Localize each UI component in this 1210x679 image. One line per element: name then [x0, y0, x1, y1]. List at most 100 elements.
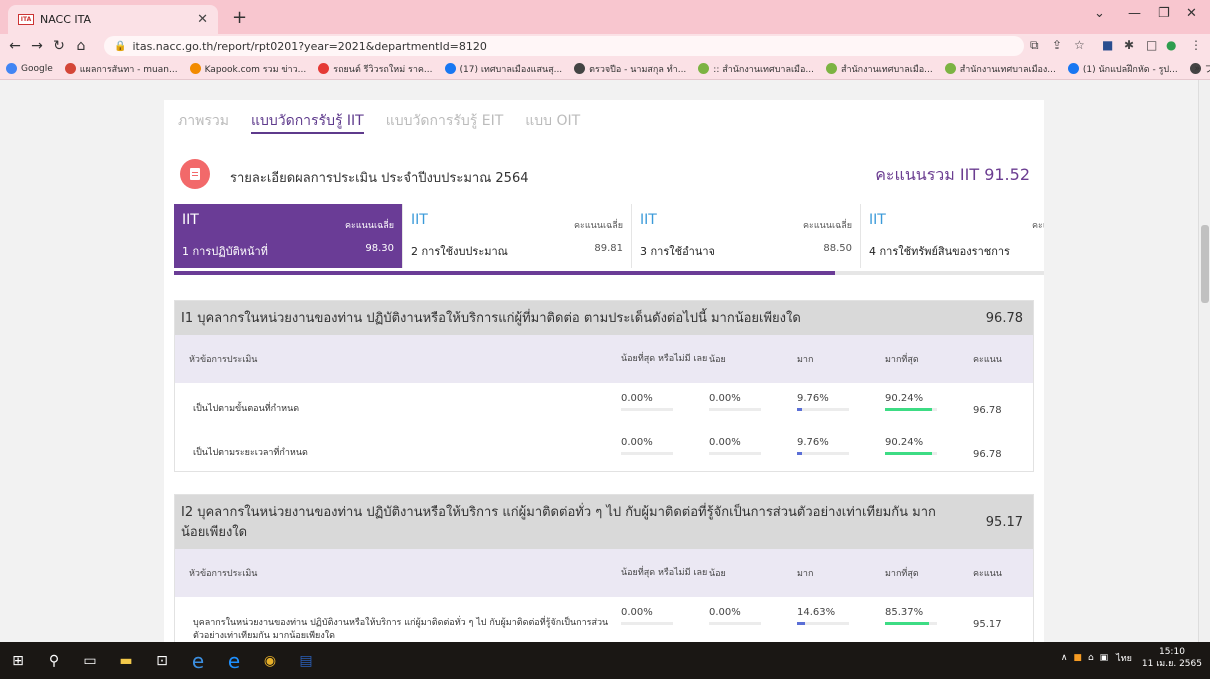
input-language[interactable]: ไทย — [1116, 651, 1132, 665]
task-view-icon[interactable]: ▭ — [72, 642, 108, 679]
percent-bar — [885, 622, 937, 625]
indicator-tab-3[interactable]: IIT คะแนนเฉลี่ย 3 การใช้อำนาจ 88.50 — [632, 204, 861, 268]
col-header-much: มาก — [797, 569, 814, 579]
percent-bar-fill — [797, 452, 803, 455]
indicator-name: 1 การปฏิบัติหน้าที่ — [182, 245, 268, 258]
search-icon[interactable]: ⚲ — [36, 642, 72, 679]
bookmark-item[interactable]: สำนักงานเทศบาลเมือ... — [825, 62, 933, 76]
edge-icon[interactable]: e — [216, 642, 252, 679]
windows-start-icon[interactable]: ⊞ — [0, 642, 36, 679]
network-icon[interactable]: ⌂ — [1088, 653, 1094, 663]
cell-much: 9.76% — [797, 393, 885, 411]
tab-search-icon[interactable]: ⌄ — [1094, 6, 1105, 21]
keyboard-icon[interactable]: ▣ — [1100, 653, 1109, 663]
col-header-least: น้อยที่สุด หรือไม่มี เลย — [621, 568, 708, 578]
tab-report-3[interactable]: แบบ OIT — [525, 110, 580, 134]
indicator-avg-label: คะแนนเฉลี่ย — [574, 221, 623, 231]
reload-icon[interactable]: ↻ — [48, 38, 70, 54]
file-explorer-icon[interactable]: ▬ — [108, 642, 144, 679]
home-icon[interactable]: ⌂ — [70, 38, 92, 54]
cell-much-percent: 9.76% — [797, 393, 829, 404]
table-row: เป็นไปตามระยะเวลาที่กำหนด 0.00% 0.00% 9.76%… — [175, 427, 1033, 471]
cell-most: 85.37% — [885, 607, 973, 625]
indicator-code: IIT — [869, 212, 886, 228]
restore-icon[interactable]: ❐ — [1158, 6, 1170, 21]
bookmark-favicon-icon — [64, 63, 76, 74]
new-tab-icon[interactable]: + — [232, 7, 247, 28]
indicator-tab-2[interactable]: IIT คะแนนเฉลี่ย 2 การใช้งบประมาณ 89.81 — [403, 204, 632, 268]
bookmark-star-icon[interactable]: ☆ — [1074, 38, 1085, 52]
row-score: 96.78 — [973, 405, 1002, 416]
chrome-icon[interactable]: ◉ — [252, 642, 288, 679]
percent-bar-fill — [885, 408, 932, 411]
bookmark-favicon-icon — [444, 63, 456, 74]
tab-report-2[interactable]: แบบวัดการรับรู้ EIT — [386, 110, 504, 134]
back-icon[interactable]: ← — [4, 38, 26, 54]
report-tabs: ภาพรวม แบบวัดการรับรู้ IIT แบบวัดการรับรู้… — [178, 110, 602, 134]
internet-explorer-icon[interactable]: e — [180, 642, 216, 679]
indicator-avg-label: คะแนนเฉลี่ย — [803, 221, 852, 231]
browser-tab-bar: ITA NACC ITA ✕ + ⌄ — ❐ ✕ — [0, 0, 1210, 34]
bookmark-label: Kapook.com รวม ข่าว... — [204, 64, 307, 75]
more-bookmarks-icon[interactable]: » — [1194, 64, 1200, 74]
bookmark-item[interactable]: (17) เทศบาลเมืองแสนสุ... — [444, 62, 563, 76]
question-score: 96.78 — [985, 311, 1023, 326]
ita-favicon-icon: ITA — [18, 14, 34, 25]
cell-much-percent: 9.76% — [797, 437, 829, 448]
bookmark-label: สำนักงานเทศบาลเมือ... — [840, 64, 933, 75]
indicator-name: 3 การใช้อำนาจ — [640, 245, 716, 258]
tab-report-0[interactable]: ภาพรวม — [178, 110, 229, 134]
page-scrollbar-thumb[interactable] — [1201, 225, 1209, 303]
bookmark-item[interactable]: (1) นักแปลฝึกหัด - รูป... — [1067, 62, 1178, 76]
store-icon[interactable]: ⊡ — [144, 642, 180, 679]
tab-report-1[interactable]: แบบวัดการรับรู้ IIT — [250, 110, 364, 134]
bookmark-item[interactable]: รถยนต์ รีวิวรถใหม่ ราค... — [318, 62, 433, 76]
total-iit-score: คะแนนรวม IIT 91.52 — [875, 165, 1030, 184]
sidebar-icon[interactable]: □ — [1146, 38, 1157, 52]
bookmark-item[interactable]: Kapook.com รวม ข่าว... — [189, 62, 307, 76]
percent-bar — [709, 452, 761, 455]
clock[interactable]: 15:10 11 เม.ย. 2565 — [1142, 646, 1202, 670]
puzzle-extensions-icon[interactable]: ✱ — [1124, 38, 1134, 52]
tray-chevron-icon[interactable]: ∧ — [1061, 653, 1068, 663]
indicator-tab-1[interactable]: IIT คะแนนเฉลี่ย 1 การปฏิบัติหน้าที่ 98.30 — [174, 204, 403, 268]
browser-tab[interactable]: ITA NACC ITA ✕ — [8, 5, 218, 34]
tray-app-icon[interactable]: ■ — [1073, 653, 1082, 663]
col-header-little: น้อย — [709, 569, 726, 579]
cell-little-percent: 0.00% — [709, 437, 741, 448]
word-icon[interactable]: ▤ — [288, 642, 324, 679]
bookmark-item[interactable]: :: สำนักงานเทศบาลเมือ... — [698, 62, 814, 76]
percent-bar-fill — [797, 408, 803, 411]
bookmark-item[interactable]: สำนักงานเทศบาลเมือง... — [944, 62, 1056, 76]
page-scrollbar[interactable] — [1198, 80, 1210, 642]
menu-kebab-icon[interactable]: ⋮ — [1190, 38, 1202, 52]
bookmark-item[interactable]: แผลการสันทา - muan... — [64, 62, 178, 76]
cell-little-percent: 0.00% — [709, 393, 741, 404]
percent-bar-fill — [797, 622, 805, 625]
bookmark-item[interactable]: Google — [6, 63, 53, 74]
percent-bar — [797, 452, 849, 455]
minimize-icon[interactable]: — — [1128, 6, 1141, 21]
close-tab-icon[interactable]: ✕ — [197, 12, 208, 27]
question-block: I2 บุคลากรในหน่วยงานของท่าน ปฏิบัติงานหร… — [174, 494, 1034, 642]
windows-taskbar: ⊞ ⚲ ▭ ▬ ⊡ e e ◉ ▤ ∧ ■ ⌂ ▣ ไทย 15:10 11 เ… — [0, 642, 1210, 679]
address-bar[interactable]: 🔒 itas.nacc.go.th/report/rpt0201?year=20… — [104, 36, 1024, 56]
cell-little: 0.00% — [709, 437, 797, 455]
close-window-icon[interactable]: ✕ — [1186, 6, 1197, 21]
bookmark-label: (17) เทศบาลเมืองแสนสุ... — [459, 64, 563, 75]
forward-icon[interactable]: → — [26, 38, 48, 54]
question-block: I1 บุคลากรในหน่วยงานของท่าน ปฏิบัติงานหร… — [174, 300, 1034, 472]
profile-avatar-icon[interactable]: ● — [1166, 38, 1176, 52]
translate-icon[interactable]: ⧉ — [1030, 38, 1039, 53]
indicator-tab-4[interactable]: IIT คะแนนเฉลี่ย 4 การใช้ทรัพย์สินของราชการ — [861, 204, 1044, 268]
indicator-score: 89.81 — [594, 243, 623, 254]
row-score: 96.78 — [973, 449, 1002, 460]
extension-icon[interactable]: ■ — [1102, 38, 1113, 52]
cell-least: 0.00% — [621, 437, 709, 455]
question-header: I1 บุคลากรในหน่วยงานของท่าน ปฏิบัติงานหร… — [175, 301, 1033, 335]
bookmarks-bar: Google แผลการสันทา - muan... Kapook.com รว… — [0, 58, 1210, 80]
col-header-most: มากที่สุด — [885, 355, 919, 365]
share-icon[interactable]: ⇪ — [1052, 38, 1062, 52]
bookmark-item[interactable]: ตรวจปีอ - นามสกุล ทำ... — [574, 62, 686, 76]
clock-date: 11 เม.ย. 2565 — [1141, 659, 1202, 669]
